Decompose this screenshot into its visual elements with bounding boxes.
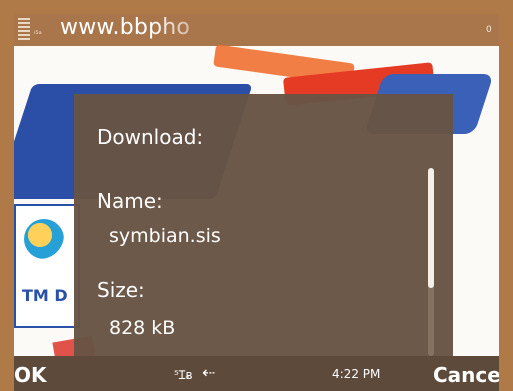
name-label: Name: [97,189,163,213]
ok-softkey[interactable]: OK [14,363,47,387]
size-label: Size: [97,278,145,302]
signal-strength-icon [18,18,30,42]
connection-icon: ⁵Ɪᴃ [174,368,193,382]
url-bar[interactable]: ᵢ₅ₐ www.bbpho 0 [14,14,499,46]
cancel-softkey[interactable]: Cancel [433,363,499,387]
download-dialog: Download: Name: symbian.sis Size: 828 kB [74,94,453,356]
name-value: symbian.sis [109,225,221,247]
phone-screen: ᵢ₅ₐ www.bbpho 0 TM D Download: Name: sym… [14,14,499,391]
dialog-title: Download: [97,125,204,149]
usb-icon: ⇠ [202,363,216,382]
clock-time: 4:22 PM [332,367,381,381]
network-indicator: ᵢ₅ₐ [34,27,42,36]
softkey-bar: OK ⁵Ɪᴃ ⇠ 4:22 PM Cancel [14,356,499,391]
dialog-scrollbar-thumb[interactable] [428,168,434,288]
status-number: 0 [486,25,492,35]
page-card-text: TM D [22,286,68,305]
page-swoosh-icon [24,219,64,259]
url-fade [152,14,242,46]
size-value: 828 kB [109,317,176,339]
